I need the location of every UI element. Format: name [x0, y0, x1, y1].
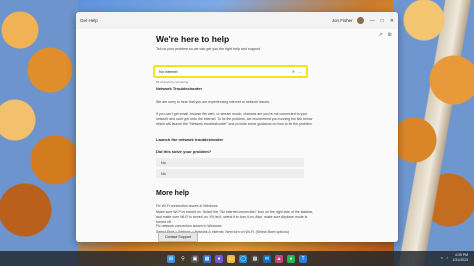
fix-wifi-link[interactable]: Fix Wi-Fi connection issues in Windows	[156, 204, 316, 209]
intro-text: Tell us your problem so we can get you t…	[156, 47, 261, 51]
fix-network-link[interactable]: Fix network connection issues in Windows	[156, 224, 316, 229]
answer-option[interactable]: No	[156, 169, 304, 178]
answer-option[interactable]: No	[156, 158, 304, 167]
wifi-icon[interactable]: ≈	[441, 255, 443, 260]
wallpaper-left	[0, 0, 78, 266]
photos-icon[interactable]: ▲	[275, 254, 283, 263]
get-help-window: Get Help Jon Fisher — □ ✕ ↗ ⚙ We're here…	[76, 12, 398, 242]
mail-icon[interactable]: ✉	[263, 254, 271, 263]
edge-icon[interactable]: ◯	[239, 254, 247, 263]
settings-icon[interactable]: ⚙	[388, 32, 392, 38]
share-icon[interactable]: ↗	[378, 32, 382, 38]
fix-wifi-paragraph: Make sure Wi-Fi is turned on. Select the…	[156, 210, 313, 224]
date: 1/31/2023	[452, 258, 468, 262]
char-count: 89 characters remaining	[156, 80, 189, 84]
title-bar: Get Help Jon Fisher — □ ✕	[76, 12, 398, 29]
task-view-icon[interactable]: ▣	[191, 254, 199, 263]
windows-start-icon[interactable]: ⊞	[167, 254, 175, 263]
avatar[interactable]	[356, 17, 364, 24]
maximize-button[interactable]: □	[381, 18, 384, 24]
file-explorer-icon[interactable]: ▭	[227, 254, 235, 263]
explain-paragraph: If you can't get email, browse the web, …	[156, 112, 313, 126]
wallpaper-right	[394, 0, 474, 266]
window-title: Get Help	[80, 18, 98, 23]
chat-icon[interactable]: ●	[215, 254, 223, 263]
arrow-right-icon[interactable]: →	[298, 69, 302, 74]
clear-icon[interactable]: ✕	[292, 69, 295, 74]
solve-question: Did this solve your problem?	[156, 149, 212, 154]
volume-icon[interactable]: ♪	[446, 255, 448, 260]
launch-troubleshooter-link[interactable]: Launch the network troubleshooter	[156, 137, 316, 142]
page-title: We're here to help	[156, 34, 230, 44]
user-name[interactable]: Jon Fisher	[332, 18, 353, 23]
sorry-paragraph: We are sorry to hear that you are experi…	[156, 100, 270, 104]
search-input[interactable]	[159, 69, 292, 74]
more-help-heading: More help	[156, 190, 190, 197]
minimize-button[interactable]: —	[370, 18, 375, 24]
spotify-icon[interactable]: ●	[287, 254, 295, 263]
store-icon[interactable]: ▦	[251, 254, 259, 263]
search-icon[interactable]: ⚲	[179, 255, 187, 263]
troubleshooter-title: Network Troubleshooter	[156, 86, 203, 91]
get-help-icon[interactable]: ?	[299, 254, 307, 263]
clock[interactable]: 4:39 PM 1/31/2023	[452, 253, 468, 263]
search-box[interactable]: ✕ →	[153, 65, 308, 78]
widgets-icon[interactable]: ▦	[203, 254, 211, 263]
contact-support-button[interactable]: Contact Support	[158, 232, 198, 242]
taskbar: ⊞ ⚲ ▣ ▦ ● ▭ ◯ ▦ ✉ ▲ ● ? ≈ ♪ 4:39 PM 1/31…	[0, 251, 474, 266]
close-button[interactable]: ✕	[390, 18, 394, 24]
